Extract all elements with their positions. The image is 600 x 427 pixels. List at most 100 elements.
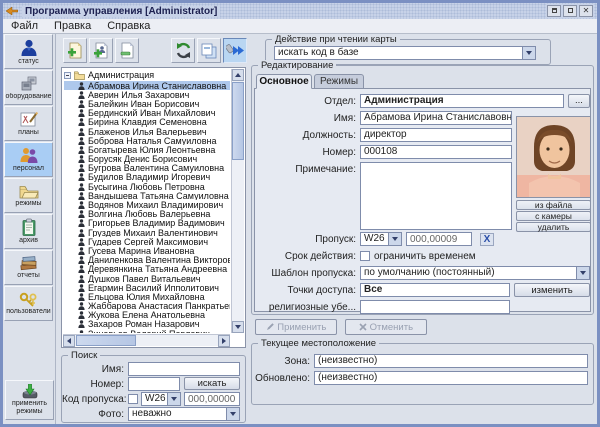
tree-person-row[interactable]: Груздев Михаил Валентинович xyxy=(64,228,230,237)
religion-input[interactable] xyxy=(360,300,510,314)
tree-person-row[interactable]: Бирина Клавдия Семеновна xyxy=(64,118,230,127)
number-label: Номер: xyxy=(252,147,356,158)
hscroll-thumb[interactable] xyxy=(76,335,136,346)
photo-from-camera-button[interactable]: с камеры xyxy=(516,211,591,221)
tree-person-row[interactable]: Волгина Любовь Валерьевна xyxy=(64,210,230,219)
search-button[interactable]: искать xyxy=(184,377,240,390)
sidebar-item-archive[interactable]: архив xyxy=(4,214,53,249)
scroll-right-icon[interactable] xyxy=(218,335,230,347)
tree-person-row[interactable]: Гусева Марина Ивановна xyxy=(64,246,230,255)
scroll-down-icon[interactable] xyxy=(232,321,244,333)
person-icon xyxy=(78,265,85,273)
person-icon xyxy=(78,82,85,90)
tree-expander-icon[interactable] xyxy=(64,72,71,79)
tree-person-row[interactable]: Даниленкова Валентина Викторовна xyxy=(64,256,230,265)
photo-delete-button[interactable]: удалить xyxy=(516,222,591,232)
department-more-button[interactable]: ... xyxy=(568,94,590,108)
apply-button[interactable]: Применить xyxy=(255,319,337,335)
scroll-up-icon[interactable] xyxy=(232,69,244,81)
tree-person-row[interactable]: Бердинский Иван Михайлович xyxy=(64,109,230,118)
tree-person-row[interactable]: Григорьев Владимир Вадимович xyxy=(64,219,230,228)
note-textarea[interactable] xyxy=(360,162,512,230)
tree-person-row[interactable]: Душков Павел Витальевич xyxy=(64,274,230,283)
tree-horizontal-scrollbar[interactable] xyxy=(63,334,230,346)
card-action-select[interactable]: искать код в базе xyxy=(274,46,536,60)
photo-from-file-button[interactable]: из файла xyxy=(516,200,591,210)
sidebar-item-status[interactable]: статус xyxy=(4,34,53,69)
person-icon xyxy=(78,320,85,328)
tree-person-row[interactable]: Жаббарова Анастасия Панкратьевна xyxy=(64,302,230,311)
tab-modes[interactable]: Режимы xyxy=(314,74,364,89)
tree-person-row[interactable]: Деревянкина Татьяна Андреевна xyxy=(64,265,230,274)
person-icon xyxy=(78,293,85,301)
tree-person-row[interactable]: Захаров Роман Назарович xyxy=(64,320,230,329)
personnel-tree[interactable]: Администрация Абрамова Ирина Станиславов… xyxy=(61,67,246,348)
tree-person-row[interactable]: Вандышева Татьяна Самуиловна xyxy=(64,191,230,200)
tree-person-row[interactable]: Бугрова Валентина Самуиловна xyxy=(64,164,230,173)
scroll-left-icon[interactable] xyxy=(63,335,75,347)
number-field[interactable]: 000108 xyxy=(360,145,512,159)
tree-root-department[interactable]: Администрация xyxy=(64,69,230,81)
sidebar-item-plans[interactable]: планы xyxy=(4,106,53,141)
tree-person-row[interactable]: Аверин Илья Захарович xyxy=(64,90,230,99)
tree-person-row[interactable]: Жукова Елена Анатольевна xyxy=(64,311,230,320)
editor-title: Редактирование xyxy=(258,60,336,71)
vscroll-thumb[interactable] xyxy=(232,82,244,160)
position-field[interactable]: директор xyxy=(360,128,512,142)
pass-code-input[interactable] xyxy=(406,232,472,246)
tree-person-row[interactable]: Абрамова Ирина Станиславовна xyxy=(64,81,230,90)
apply-modes-button[interactable]: применить режимы xyxy=(5,380,54,420)
refresh-button[interactable] xyxy=(171,38,195,63)
department-field[interactable]: Администрация xyxy=(360,94,564,108)
sidebar-item-reports[interactable]: отчеты xyxy=(4,250,53,285)
template-select[interactable]: по умолчанию (постоянный) xyxy=(360,266,590,280)
tree-person-row[interactable]: Ельцова Юлия Михайловна xyxy=(64,292,230,301)
app-window: Программа управления [Administrator] ✕ Ф… xyxy=(0,0,600,427)
search-card-input[interactable] xyxy=(184,392,240,406)
copy-card-button[interactable] xyxy=(197,38,221,63)
pass-clear-button[interactable]: X xyxy=(480,233,494,246)
tree-person-row[interactable]: Бусыгина Любовь Петровна xyxy=(64,182,230,191)
card-read-mode-button[interactable] xyxy=(223,38,247,63)
menu-item-1[interactable]: Правка xyxy=(46,20,99,32)
search-card-checkbox[interactable] xyxy=(128,394,138,404)
tree-person-row[interactable]: Водянов Михаил Владимирович xyxy=(64,200,230,209)
tree-person-row[interactable]: Балейкин Иван Борисович xyxy=(64,99,230,108)
tree-person-row[interactable]: Егармин Василий Ипполитович xyxy=(64,283,230,292)
add-department-button[interactable] xyxy=(63,38,87,63)
search-photo-select[interactable]: неважно xyxy=(128,407,240,421)
person-icon xyxy=(78,100,85,108)
pass-format-select[interactable]: W26 xyxy=(360,232,402,246)
cancel-button[interactable]: Отменить xyxy=(345,319,427,335)
search-number-input[interactable] xyxy=(128,377,180,391)
tree-vertical-scrollbar[interactable] xyxy=(231,69,244,333)
sidebar-item-users[interactable]: пользователи xyxy=(4,286,53,321)
tree-person-row[interactable]: Блаженов Илья Валерьевич xyxy=(64,127,230,136)
search-name-input[interactable] xyxy=(128,362,240,376)
menu-item-0[interactable]: Файл xyxy=(3,20,46,32)
delete-person-button[interactable] xyxy=(115,38,139,63)
tree-person-row[interactable]: Будилов Владимир Игоревич xyxy=(64,173,230,182)
sidebar-item-personnel[interactable]: персонал xyxy=(4,142,53,177)
search-photo-label: Фото: xyxy=(62,409,124,420)
tree-person-row[interactable]: Богатырева Юлия Леонтьевна xyxy=(64,145,230,154)
sidebar-item-equipment[interactable]: оборудование xyxy=(4,70,53,105)
add-person-button[interactable] xyxy=(89,38,113,63)
close-button[interactable]: ✕ xyxy=(579,5,593,17)
minimize-button[interactable] xyxy=(547,5,561,17)
tree-person-row[interactable]: Гударев Сергей Максимович xyxy=(64,237,230,246)
tab-main[interactable]: Основное xyxy=(256,74,312,89)
validity-checkbox[interactable] xyxy=(360,251,370,261)
menu-item-2[interactable]: Справка xyxy=(99,20,158,32)
maximize-button[interactable] xyxy=(563,5,577,17)
sidebar-item-modes[interactable]: режимы xyxy=(4,178,53,213)
pencil-icon xyxy=(266,322,275,331)
tree-person-row[interactable]: Борусяк Денис Борисович xyxy=(64,155,230,164)
person-icon xyxy=(78,192,85,200)
access-change-button[interactable]: изменить xyxy=(514,283,590,297)
tree-person-row[interactable]: Зиновьев Валерий Павлович xyxy=(64,329,230,333)
access-points-field[interactable]: Все xyxy=(360,283,510,297)
search-card-format-select[interactable]: W26 xyxy=(141,392,181,406)
tree-person-row[interactable]: Боброва Наталья Самуиловна xyxy=(64,136,230,145)
name-field[interactable]: Абрамова Ирина Станиславовна xyxy=(360,111,512,125)
